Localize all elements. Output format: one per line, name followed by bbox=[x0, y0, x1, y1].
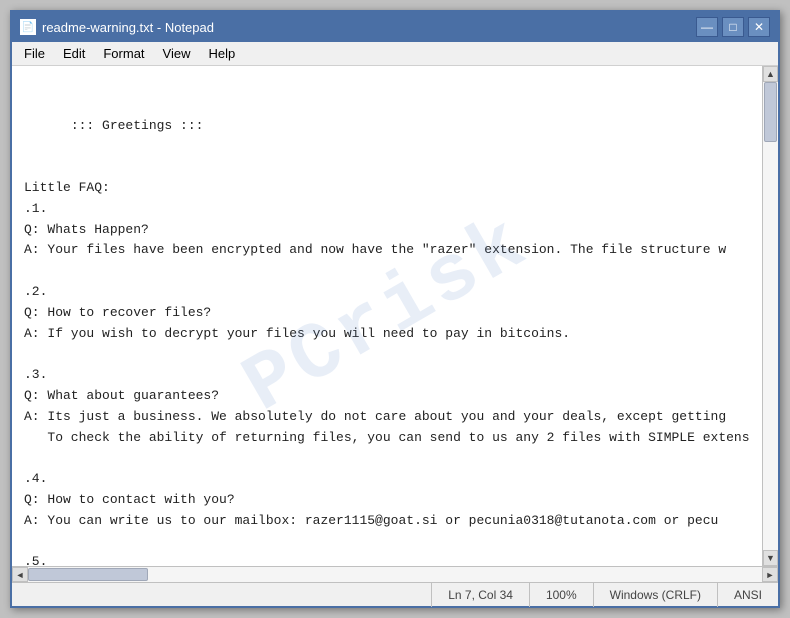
scroll-down-arrow[interactable]: ▼ bbox=[763, 550, 778, 566]
bottom-area: ◄ ► Ln 7, Col 34 100% Windows (CRLF) ANS… bbox=[12, 566, 778, 606]
horizontal-scrollbar[interactable]: ◄ ► bbox=[12, 566, 778, 582]
status-bar: Ln 7, Col 34 100% Windows (CRLF) ANSI bbox=[12, 582, 778, 606]
status-sections: Ln 7, Col 34 100% Windows (CRLF) ANSI bbox=[431, 583, 778, 607]
scroll-up-arrow[interactable]: ▲ bbox=[763, 66, 778, 82]
scroll-left-arrow[interactable]: ◄ bbox=[12, 567, 28, 582]
scroll-thumb-v[interactable] bbox=[764, 82, 777, 142]
scroll-track-h[interactable] bbox=[28, 567, 762, 582]
scroll-track-v[interactable] bbox=[763, 82, 778, 550]
title-controls: — □ ✕ bbox=[696, 17, 770, 37]
encoding: ANSI bbox=[717, 583, 778, 607]
title-bar-left: 📄 readme-warning.txt - Notepad bbox=[20, 19, 214, 35]
notepad-window: 📄 readme-warning.txt - Notepad — □ ✕ Fil… bbox=[10, 10, 780, 608]
menu-format[interactable]: Format bbox=[95, 44, 152, 63]
title-bar: 📄 readme-warning.txt - Notepad — □ ✕ bbox=[12, 12, 778, 42]
menu-help[interactable]: Help bbox=[200, 44, 243, 63]
zoom-level: 100% bbox=[529, 583, 593, 607]
line-ending: Windows (CRLF) bbox=[593, 583, 717, 607]
minimize-button[interactable]: — bbox=[696, 17, 718, 37]
maximize-button[interactable]: □ bbox=[722, 17, 744, 37]
app-icon: 📄 bbox=[20, 19, 36, 35]
content-area: PCrisk ::: Greetings ::: Little FAQ: .1.… bbox=[12, 66, 778, 566]
scroll-thumb-h[interactable] bbox=[28, 568, 148, 581]
menu-view[interactable]: View bbox=[155, 44, 199, 63]
cursor-position: Ln 7, Col 34 bbox=[431, 583, 529, 607]
menu-edit[interactable]: Edit bbox=[55, 44, 93, 63]
scroll-right-arrow[interactable]: ► bbox=[762, 567, 778, 582]
editor-content: ::: Greetings ::: Little FAQ: .1. Q: Wha… bbox=[24, 118, 750, 566]
menu-file[interactable]: File bbox=[16, 44, 53, 63]
menu-bar: File Edit Format View Help bbox=[12, 42, 778, 66]
close-button[interactable]: ✕ bbox=[748, 17, 770, 37]
text-editor[interactable]: PCrisk ::: Greetings ::: Little FAQ: .1.… bbox=[12, 66, 762, 566]
vertical-scrollbar[interactable]: ▲ ▼ bbox=[762, 66, 778, 566]
window-title: readme-warning.txt - Notepad bbox=[42, 20, 214, 35]
